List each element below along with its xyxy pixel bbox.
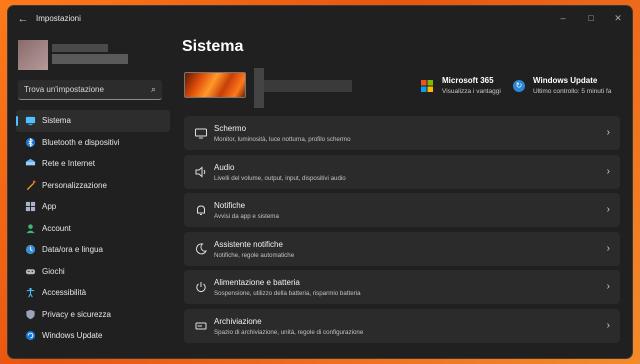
sidebar-item-label: Account [42,223,71,233]
card-subtitle: Monitor, luminosità, luce notturna, prof… [214,136,351,143]
sidebar-item-label: Giochi [42,266,65,276]
sidebar-item-personalizzazione[interactable]: Personalizzazione [16,175,170,197]
sidebar-item-label: Bluetooth e dispositivi [42,137,120,147]
profile-email-redacted [52,54,128,64]
back-arrow-icon[interactable]: ← [16,12,30,26]
ms365-subtitle: Visualizza i vantaggi [442,88,501,95]
sidebar-item-privacy[interactable]: Privacy e sicurezza [16,304,170,326]
sidebar-item-accessibilita[interactable]: Accessibilità [16,282,170,304]
card-title: Notifiche [214,201,246,210]
settings-list: Schermo Monitor, luminosità, luce nottur… [184,116,620,347]
accessibility-icon [26,287,35,298]
card-audio[interactable]: Audio Livelli del volume, output, input,… [184,154,620,189]
sidebar-item-windows-update[interactable]: Windows Update [16,325,170,347]
monitor-icon [25,116,36,126]
app-title: Impostazioni [36,14,81,23]
chevron-right-icon: › [606,242,610,254]
person-icon [26,223,35,233]
sidebar-item-label: Rete e Internet [42,159,95,168]
card-subtitle: Notifiche, regole automatiche [214,251,295,259]
ms365-title[interactable]: Microsoft 365 [442,76,494,85]
chevron-right-icon: › [606,165,610,177]
chevron-right-icon: › [606,127,610,138]
update-icon [25,330,36,341]
card-schermo[interactable]: Schermo Monitor, luminosità, luce nottur… [184,116,620,150]
sidebar-item-label: Windows Update [42,331,103,340]
bluetooth-icon [25,137,36,147]
profile-name-redacted [52,44,108,52]
card-title: Assistente notifiche [214,239,283,249]
moon-icon [195,242,207,254]
globe-clock-icon [25,244,36,255]
apps-icon [25,201,36,212]
card-subtitle: Sospensione, utilizzo della batteria, ri… [214,290,361,297]
shield-icon [26,309,35,319]
card-alimentazione[interactable]: Alimentazione e batteria Sospensione, ut… [184,270,620,304]
microsoft-365-icon[interactable] [421,80,433,92]
device-name-redacted [254,68,264,108]
card-notifiche[interactable]: Notifiche Avvisi da app e sistema › [184,193,620,227]
sidebar-item-label: Sistema [42,116,71,125]
card-title: Archiviazione [214,316,262,326]
sidebar-item-rete[interactable]: Rete e Internet [16,153,170,175]
chevron-right-icon: › [606,319,610,331]
brush-icon [26,180,36,190]
avatar[interactable] [18,40,48,70]
windows-update-subtitle: Ultimo controllo: 5 minuti fa [533,88,612,95]
sidebar-nav: Sistema Bluetooth e dispositivi Rete e I… [16,110,170,347]
sidebar-item-label: Accessibilità [42,288,87,297]
settings-window: ← Impostazioni – □ ✕ Trova un'impostazio… [8,6,632,358]
power-icon [196,282,206,292]
card-subtitle: Avvisi da app e sistema [214,213,279,220]
windows-update-icon[interactable]: ↻ [513,80,525,92]
sidebar-item-account[interactable]: Account [16,218,170,240]
sidebar-item-app[interactable]: App [16,196,170,218]
card-assistente-notifiche[interactable]: Assistente notifiche Notifiche, regole a… [184,231,620,266]
sidebar-item-label: Privacy e sicurezza [42,309,111,319]
search-placeholder: Trova un'impostazione [24,85,104,94]
chevron-right-icon: › [606,204,610,215]
card-subtitle: Livelli del volume, output, input, dispo… [214,174,346,182]
title-bar: ← Impostazioni – □ ✕ [8,6,632,32]
windows-update-title[interactable]: Windows Update [533,76,597,85]
network-icon [25,158,36,166]
sidebar-item-label: Personalizzazione [42,180,107,190]
bell-icon [197,205,205,215]
card-title: Schermo [214,124,247,133]
wallpaper-thumbnail[interactable] [184,72,246,98]
search-icon[interactable]: ⌕ [151,84,156,95]
card-subtitle: Spazio di archiviazione, unità, regole d… [214,328,364,336]
gamepad-icon [25,268,36,274]
page-title: Sistema [182,38,244,55]
device-info-redacted [264,80,352,92]
minimize-icon[interactable]: – [556,11,570,25]
sidebar-item-label: App [42,202,57,211]
sidebar-item-giochi[interactable]: Giochi [16,261,170,283]
speaker-icon [195,165,206,178]
sidebar-item-sistema[interactable]: Sistema [16,110,170,132]
display-icon [195,128,207,139]
sidebar-item-label: Data/ora e lingua [42,245,103,254]
card-title: Audio [214,162,235,172]
sidebar-item-data-ora[interactable]: Data/ora e lingua [16,239,170,261]
storage-icon [195,322,207,329]
card-archiviazione[interactable]: Archiviazione Spazio di archiviazione, u… [184,308,620,343]
search-input[interactable]: Trova un'impostazione ⌕ [18,80,162,100]
sidebar-item-bluetooth[interactable]: Bluetooth e dispositivi [16,132,170,154]
maximize-icon[interactable]: □ [584,11,598,25]
card-title: Alimentazione e batteria [214,278,300,287]
chevron-right-icon: › [606,281,610,292]
close-icon[interactable]: ✕ [611,11,625,25]
